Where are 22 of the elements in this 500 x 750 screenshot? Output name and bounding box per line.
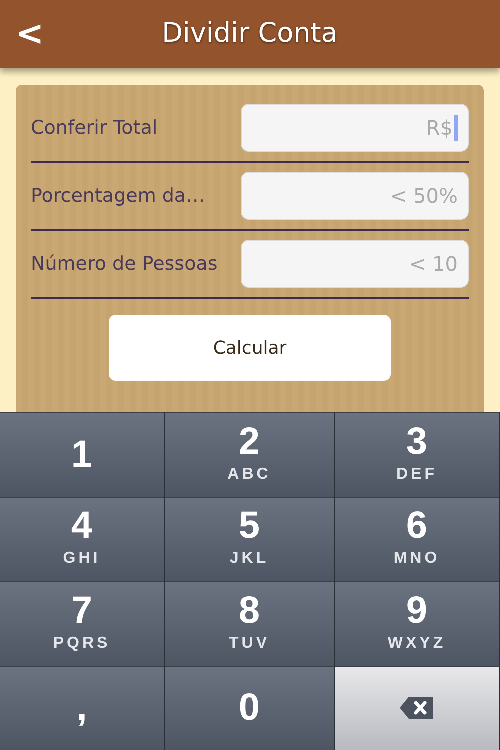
placeholder-text: R$ xyxy=(426,115,453,142)
keypad-key[interactable]: 8 TUV xyxy=(165,581,335,666)
field-label: Porcentagem da… xyxy=(31,184,206,209)
field-label: Conferir Total xyxy=(31,116,159,141)
keypad-key[interactable]: 0 xyxy=(165,666,335,750)
calculate-button[interactable]: Calcular xyxy=(109,315,391,381)
keypad-key[interactable]: 3 DEF xyxy=(335,412,500,496)
keypad-key[interactable]: 2 ABC xyxy=(165,412,335,496)
keypad-key[interactable]: 7 PQRS xyxy=(0,581,165,666)
field-label: Número de Pessoas xyxy=(31,252,219,277)
backspace-key[interactable] xyxy=(335,666,500,750)
keypad-key[interactable]: 6 MNO xyxy=(335,496,500,581)
backspace-icon xyxy=(399,696,435,720)
placeholder-text: < 50% xyxy=(390,183,458,210)
keypad-key[interactable]: , xyxy=(0,666,165,750)
keypad-key[interactable]: 1 xyxy=(0,412,165,496)
keypad-key[interactable]: 9 WXYZ xyxy=(335,581,500,666)
back-button[interactable]: < xyxy=(0,16,60,52)
screen-title: Dividir Conta xyxy=(161,16,339,51)
keypad-key[interactable]: 4 GHI xyxy=(0,496,165,581)
placeholder-text: < 10 xyxy=(409,251,458,278)
keypad-key[interactable]: 5 JKL xyxy=(165,496,335,581)
